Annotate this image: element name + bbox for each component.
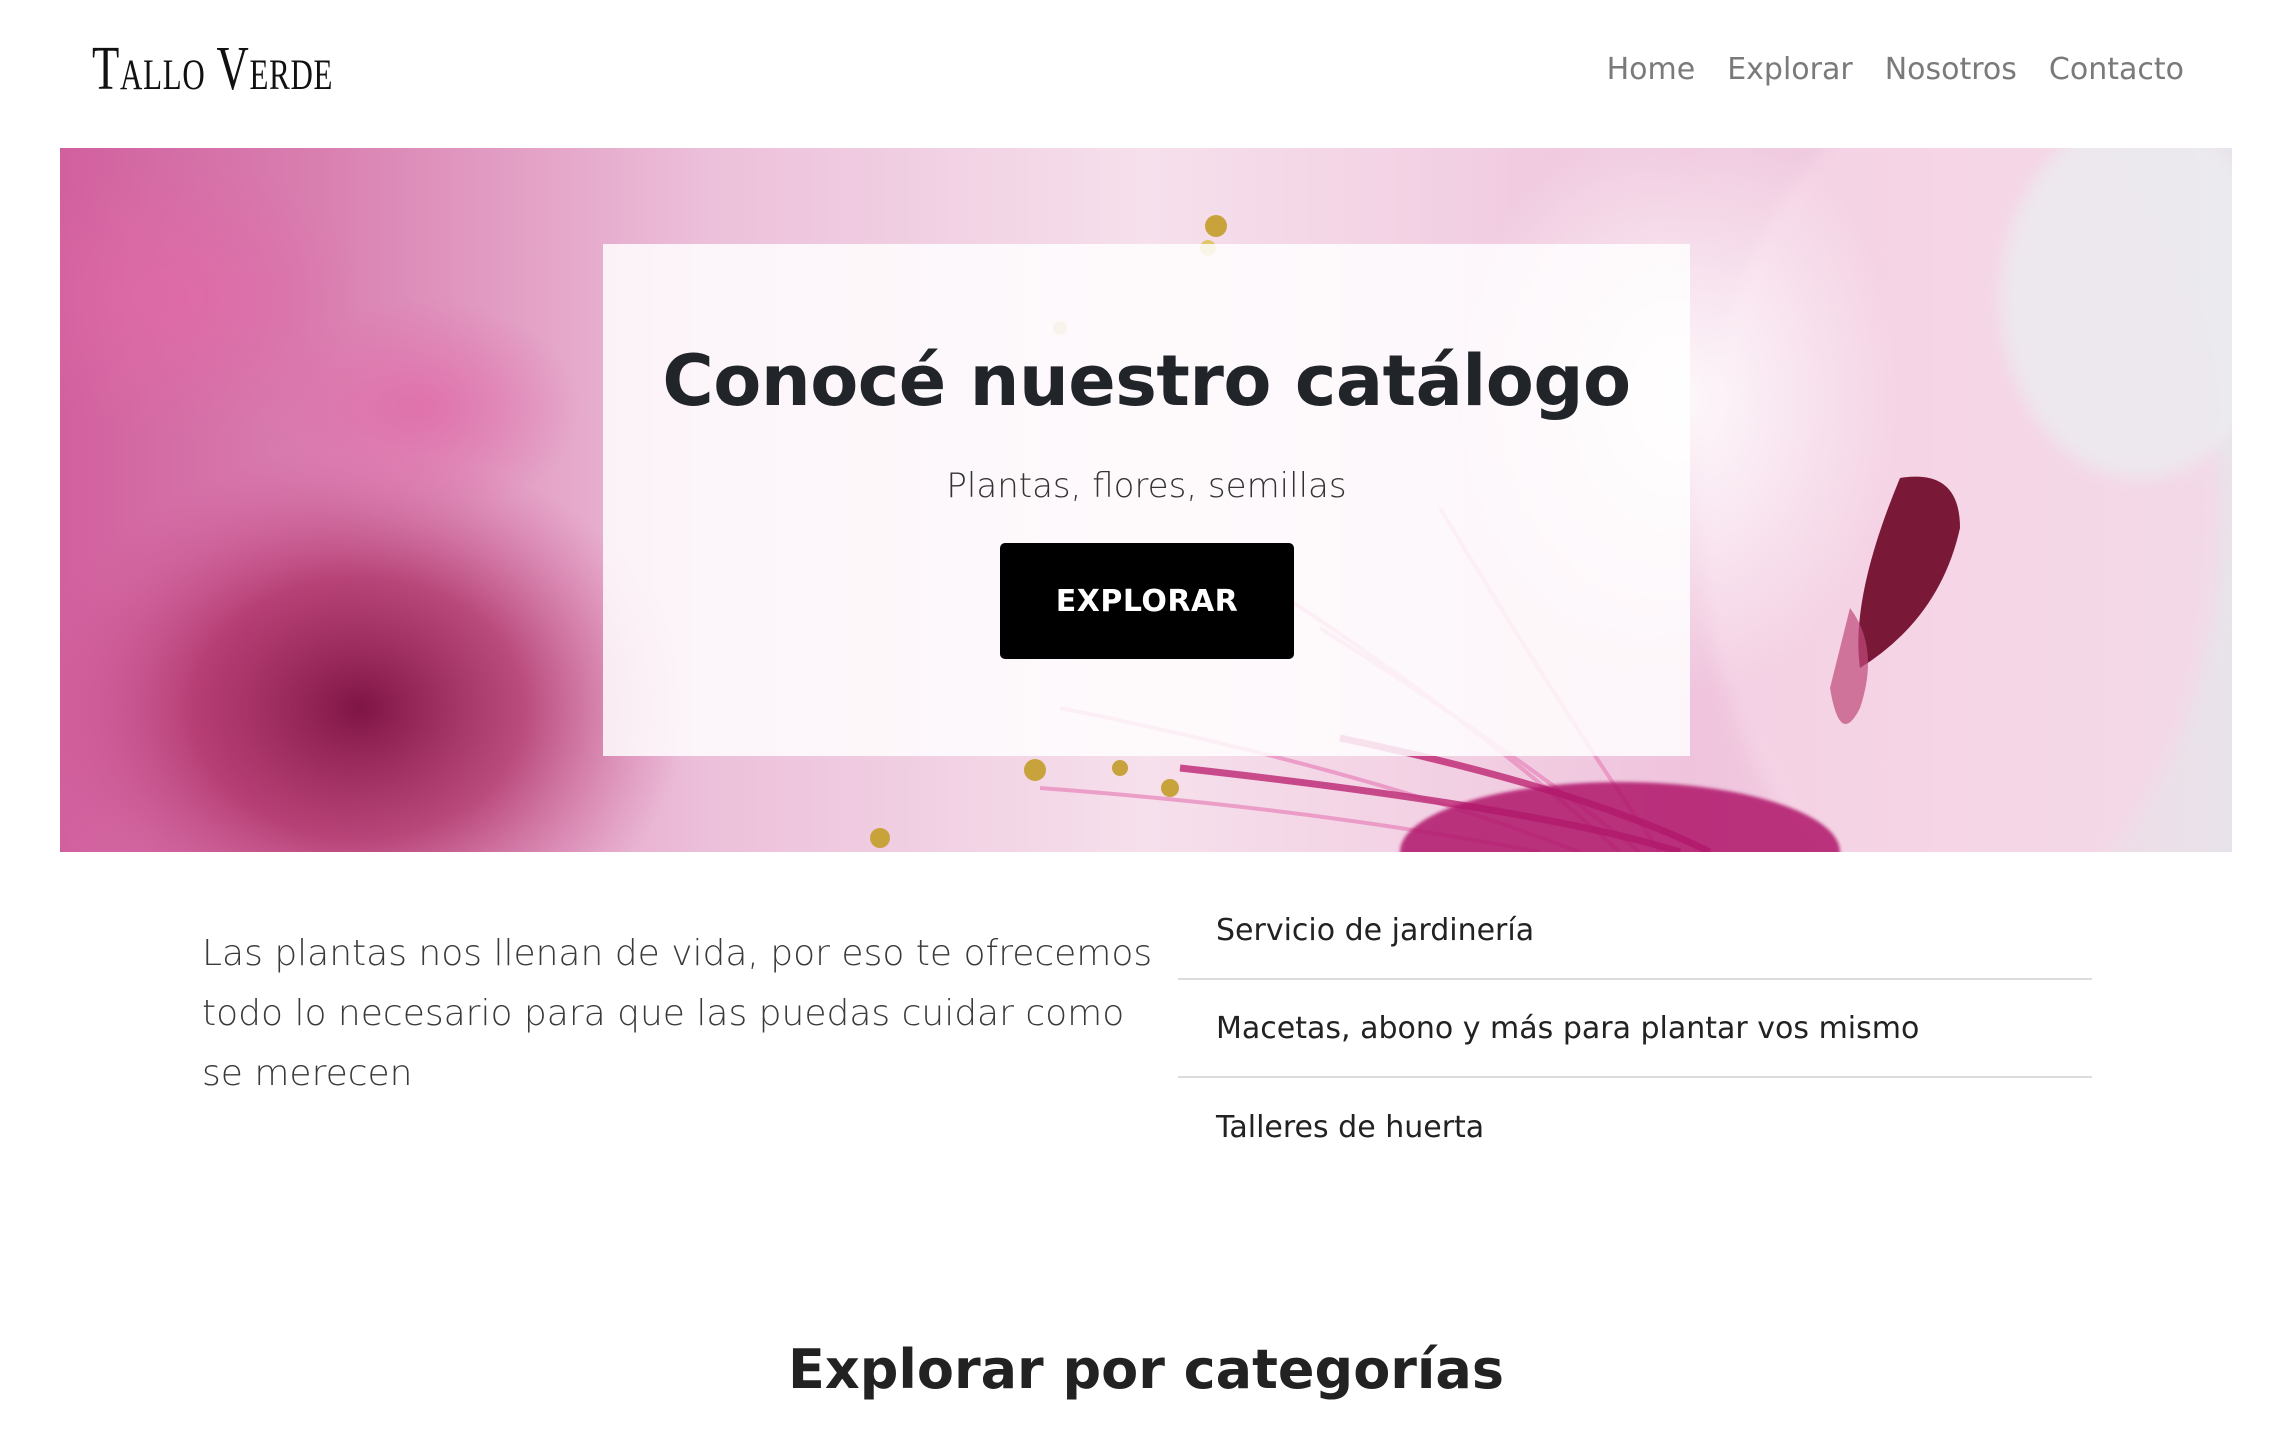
hero-title: Conocé nuestro catálogo — [662, 340, 1631, 422]
nav-link-explorar[interactable]: Explorar — [1727, 52, 1853, 87]
intro-text: Las plantas nos llenan de vida, por eso … — [202, 933, 1153, 1094]
nav-link-nosotros[interactable]: Nosotros — [1885, 52, 2017, 87]
services-list: Servicio de jardinería Macetas, abono y … — [1178, 882, 2092, 1176]
hero-card: Conocé nuestro catálogo Plantas, flores,… — [603, 244, 1690, 756]
brand-logo[interactable]: Tallo Verde — [92, 34, 333, 105]
explorar-button[interactable]: EXPLORAR — [1000, 543, 1294, 659]
nav-link-contacto[interactable]: Contacto — [2049, 52, 2184, 87]
hero-banner: Conocé nuestro catálogo Plantas, flores,… — [60, 148, 2232, 852]
categories-title: Explorar por categorías — [787, 1338, 1505, 1401]
service-item-macetas: Macetas, abono y más para plantar vos mi… — [1178, 980, 2092, 1078]
nav-link-home[interactable]: Home — [1607, 52, 1696, 87]
hero-subtitle: Plantas, flores, semillas — [946, 466, 1347, 506]
service-item-jardineria: Servicio de jardinería — [1178, 882, 2092, 980]
nav-links: Home Explorar Nosotros Contacto — [1607, 52, 2184, 87]
navbar: Tallo Verde Home Explorar Nosotros Conta… — [0, 0, 2292, 148]
service-item-talleres: Talleres de huerta — [1216, 1109, 1485, 1145]
